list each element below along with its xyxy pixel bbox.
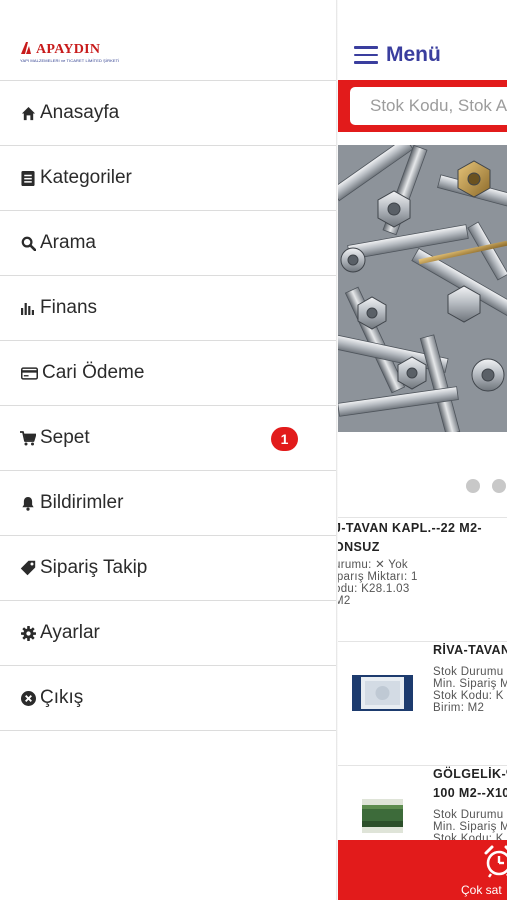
company-logo[interactable]: APAYDIN YAPI MALZEMELERI ve TICARET LİMİ… (20, 42, 120, 66)
sidebar-item-siparis-takip[interactable]: Sipariş Takip (0, 536, 336, 601)
sidebar-item-label: Finans (40, 297, 98, 318)
search-input[interactable] (370, 96, 507, 116)
hamburger-menu-icon[interactable] (354, 46, 378, 64)
stock-status: Stok Durumu (433, 809, 504, 821)
sidebar-item-label: Anasayfa (40, 102, 120, 123)
cart-icon (20, 430, 36, 446)
menu-title[interactable]: Menü (386, 43, 441, 67)
min-order: iparış Miktarı: 1 (338, 571, 418, 583)
search-bar (338, 80, 507, 132)
carousel-dot[interactable] (466, 479, 480, 493)
product-thumbnail (362, 799, 403, 833)
gear-icon (20, 625, 36, 641)
min-order: Min. Sipariş M (433, 821, 507, 833)
product-thumbnail (352, 675, 413, 711)
product-details: Stok Durumu Min. Sipariş M Stok Kodu: K … (433, 666, 507, 714)
tag-icon (20, 560, 36, 576)
stock-status: Stok Durumu (433, 666, 504, 678)
sidebar-item-ayarlar[interactable]: Ayarlar (0, 601, 336, 666)
min-order: Min. Sipariş M (433, 678, 507, 690)
logo-area: APAYDIN YAPI MALZEMELERI ve TICARET LİMİ… (0, 0, 336, 80)
sidebar-item-label: Bildirimler (40, 492, 124, 513)
bestseller-tab-label[interactable]: Çok sat (461, 883, 502, 897)
sidebar-item-label: Kategoriler (40, 167, 132, 188)
sidebar-item-arama[interactable]: Arama (0, 211, 336, 276)
sidebar-item-label: Çıkış (40, 687, 84, 708)
logo-mark-icon (21, 42, 31, 54)
alarm-clock-icon[interactable] (482, 844, 507, 878)
drawer-shadow (336, 0, 338, 900)
sidebar-item-cari-odeme[interactable]: Cari Ödeme (0, 341, 336, 406)
sidebar-item-anasayfa[interactable]: Anasayfa (0, 81, 336, 146)
sidebar-item-label: Cari Ödeme (42, 362, 145, 383)
drawer-menu: Anasayfa Kategoriler Arama Finans Cari Ö… (0, 80, 336, 731)
home-icon (20, 105, 36, 121)
top-bar: Menü (338, 0, 507, 80)
logo-tagline: YAPI MALZEMELERI ve TICARET LİMİTED ŞİRK… (20, 58, 120, 63)
cart-count-badge: 1 (271, 427, 298, 451)
stock-status: urumu: ✕ Yok (338, 559, 408, 571)
sidebar-item-label: Ayarlar (40, 622, 100, 643)
unit: M2 (338, 595, 351, 607)
close-circle-icon (20, 690, 36, 706)
sidebar-item-cikis[interactable]: Çıkış (0, 666, 336, 731)
list-icon (20, 170, 36, 186)
stock-code: odu: K28.1.03 (338, 583, 410, 595)
product-details: urumu: ✕ Yok iparış Miktarı: 1 odu: K28.… (338, 559, 418, 607)
carousel-dot[interactable] (492, 479, 506, 493)
stock-code: Stok Kodu: K (433, 690, 504, 702)
product-title: RİVA-TAVAN (433, 643, 507, 657)
bar-chart-icon (20, 300, 36, 316)
search-box[interactable] (350, 87, 507, 125)
main-content: Menü Stok Kodu, Stok Adı J-TAVAN KAPL.--… (338, 0, 507, 900)
logo-title: APAYDIN (20, 42, 100, 57)
product-title: GÖLGELİK-% 100 M2--X10 (433, 767, 507, 800)
divider (338, 517, 507, 518)
product-title: J-TAVAN KAPL.--22 M2- ONSUZ (338, 521, 482, 554)
sidebar-item-label: Arama (40, 232, 96, 253)
sidebar-item-kategoriler[interactable]: Kategoriler (0, 146, 336, 211)
hardware-banner-image[interactable] (338, 145, 507, 432)
search-icon (20, 235, 36, 251)
sidebar-item-label: Sepet (40, 427, 90, 448)
sidebar-item-sepet[interactable]: Sepet 1 (0, 406, 336, 471)
credit-card-icon (20, 365, 38, 381)
bolts-photo (338, 145, 507, 432)
sidebar-item-bildirimler[interactable]: Bildirimler (0, 471, 336, 536)
unit: Birim: M2 (433, 702, 485, 714)
sidebar-item-label: Sipariş Takip (40, 557, 148, 578)
carousel-indicator (466, 479, 506, 493)
logo-name: APAYDIN (36, 42, 101, 57)
sidebar-item-finans[interactable]: Finans (0, 276, 336, 341)
bell-icon (20, 495, 36, 511)
navigation-drawer: APAYDIN YAPI MALZEMELERI ve TICARET LİMİ… (0, 0, 336, 900)
